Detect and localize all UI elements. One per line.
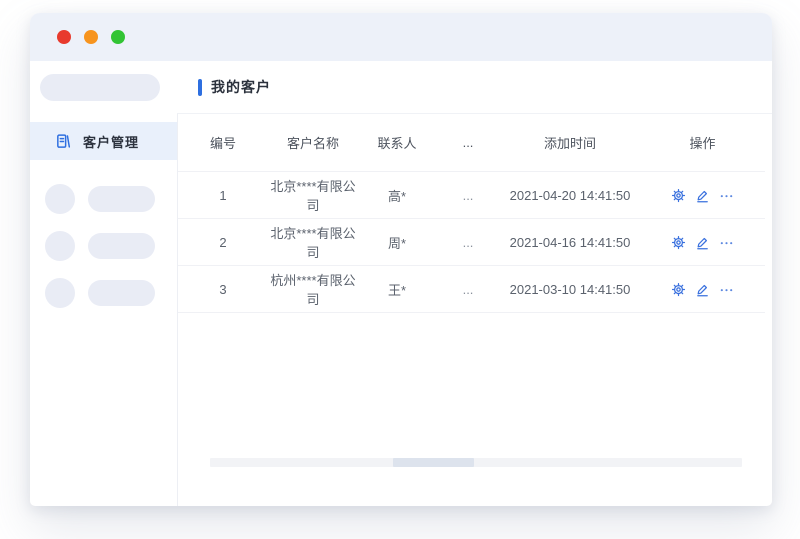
cell-id: 3 [178,282,268,297]
window-titlebar [30,13,772,61]
sidebar-placeholder-list [30,184,177,308]
column-header-name: 客户名称 [268,133,358,152]
more-ellipsis-icon[interactable] [719,282,734,297]
cell-id: 2 [178,235,268,250]
cell-more: ... [436,282,500,297]
cell-time: 2021-04-20 14:41:50 [500,188,640,203]
app-window: 我的客户 客户管理 [30,13,772,506]
logo-area [30,74,177,101]
column-header-contact: 联系人 [358,133,436,152]
customer-table: 编号 客户名称 联系人 ... 添加时间 操作 1 北京****有限公司 高* … [178,114,772,313]
sidebar-item-placeholder[interactable] [45,231,177,261]
column-header-ops: 操作 [640,133,765,152]
ledger-book-icon [55,133,72,150]
close-window-button[interactable] [57,30,71,44]
cell-name: 北京****有限公司 [268,176,358,214]
sidebar-item-customer-management[interactable]: 客户管理 [30,122,177,160]
table-row: 1 北京****有限公司 高* ... 2021-04-20 14:41:50 [178,172,765,219]
horizontal-scrollbar-track[interactable] [210,458,742,467]
settings-gear-icon[interactable] [671,282,686,297]
title-accent-bar [198,79,202,96]
sidebar-item-placeholder[interactable] [45,278,177,308]
cell-time: 2021-04-16 14:41:50 [500,235,640,250]
placeholder-pill [88,233,155,259]
cell-more: ... [436,188,500,203]
cell-id: 1 [178,188,268,203]
more-ellipsis-icon[interactable] [719,235,734,250]
maximize-window-button[interactable] [111,30,125,44]
settings-gear-icon[interactable] [671,188,686,203]
cell-actions [640,188,765,203]
page-title-text: 我的客户 [211,77,271,97]
table-row: 3 杭州****有限公司 王* ... 2021-03-10 14:41:50 [178,266,765,313]
column-header-more: ... [436,135,500,150]
cell-name: 杭州****有限公司 [268,270,358,308]
placeholder-circle [45,184,75,214]
cell-name: 北京****有限公司 [268,223,358,261]
cell-actions [640,235,765,250]
placeholder-circle [45,278,75,308]
edit-pencil-icon[interactable] [695,188,710,203]
edit-pencil-icon[interactable] [695,282,710,297]
page-title: 我的客户 [198,77,271,97]
column-header-time: 添加时间 [500,133,640,152]
sidebar-item-placeholder[interactable] [45,184,177,214]
settings-gear-icon[interactable] [671,235,686,250]
minimize-window-button[interactable] [84,30,98,44]
placeholder-pill [88,280,155,306]
sidebar-item-label: 客户管理 [83,132,139,151]
cell-contact: 周* [358,233,436,252]
cell-contact: 王* [358,280,436,299]
column-header-id: 编号 [178,133,268,152]
page-header: 我的客户 [30,61,772,113]
more-ellipsis-icon[interactable] [719,188,734,203]
sidebar: 客户管理 [30,113,177,506]
placeholder-circle [45,231,75,261]
cell-actions [640,282,765,297]
cell-time: 2021-03-10 14:41:50 [500,282,640,297]
logo-placeholder [40,74,160,101]
cell-contact: 高* [358,186,436,205]
cell-more: ... [436,235,500,250]
table-header-row: 编号 客户名称 联系人 ... 添加时间 操作 [178,114,765,172]
edit-pencil-icon[interactable] [695,235,710,250]
table-row: 2 北京****有限公司 周* ... 2021-04-16 14:41:50 [178,219,765,266]
main-content: 编号 客户名称 联系人 ... 添加时间 操作 1 北京****有限公司 高* … [177,113,772,506]
placeholder-pill [88,186,155,212]
horizontal-scrollbar-thumb[interactable] [393,458,474,467]
